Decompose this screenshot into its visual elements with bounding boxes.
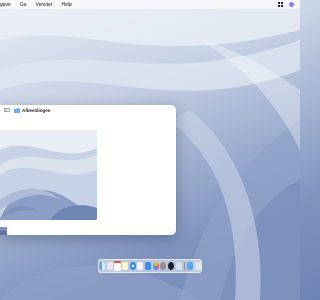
image-thumbnail[interactable]: [0, 227, 7, 235]
menu-item-go[interactable]: Ga: [20, 2, 27, 8]
window-titlebar[interactable]: Afbeeldingen: [0, 105, 176, 115]
mail-icon[interactable]: [144, 262, 152, 270]
preview-icon[interactable]: [175, 262, 182, 270]
dock: [98, 259, 202, 273]
window-content: [0, 115, 176, 235]
calendar-icon[interactable]: [114, 261, 121, 271]
window-title: Afbeeldingen: [22, 107, 51, 113]
textedit-icon[interactable]: [137, 262, 144, 270]
safari-icon[interactable]: [129, 262, 136, 270]
downloads-folder-icon[interactable]: [187, 262, 194, 270]
photos-icon[interactable]: [152, 262, 159, 270]
settings-icon[interactable]: [160, 262, 167, 270]
menu-bar-items: gave Ga Venster Help: [0, 2, 81, 8]
folder-icon: [14, 108, 20, 113]
menu-bar-status: [278, 2, 294, 7]
image-thumbnail[interactable]: [0, 130, 97, 220]
finder-icon[interactable]: [99, 262, 106, 270]
finder-window[interactable]: Afbeeldingen: [0, 105, 176, 235]
launchpad-icon[interactable]: [106, 262, 113, 270]
menu-bar: gave Ga Venster Help: [0, 0, 300, 9]
sidebar-toggle-icon[interactable]: [4, 108, 10, 112]
github-icon[interactable]: [167, 262, 175, 270]
menu-item-help[interactable]: Help: [61, 2, 71, 8]
notes-icon[interactable]: [122, 262, 129, 270]
menu-item-window[interactable]: Venster: [36, 2, 53, 8]
menu-item-edit[interactable]: gave: [0, 2, 11, 8]
trash-icon[interactable]: [194, 262, 201, 270]
siri-icon[interactable]: [289, 2, 294, 7]
control-center-icon[interactable]: [278, 2, 283, 7]
